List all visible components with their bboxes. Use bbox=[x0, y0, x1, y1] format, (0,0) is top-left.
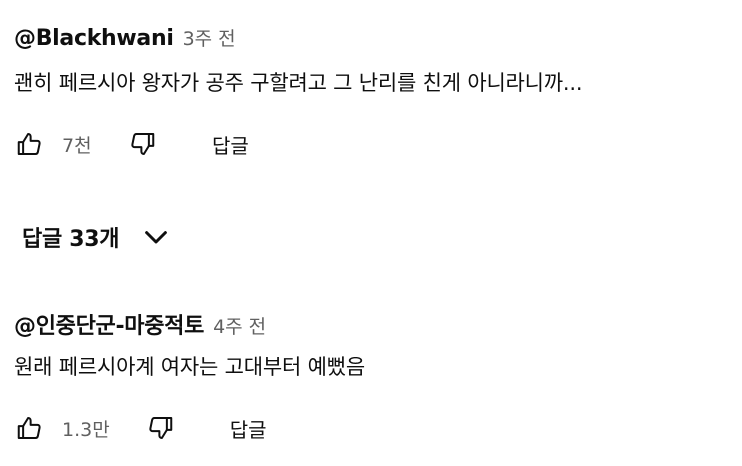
comment-header: @Blackhwani 3주 전 bbox=[14, 24, 742, 54]
thumbs-down-icon bbox=[149, 417, 172, 439]
reply-button[interactable]: 답글 bbox=[230, 414, 267, 443]
thumbs-up-icon bbox=[17, 133, 41, 155]
comment-timestamp[interactable]: 3주 전 bbox=[183, 24, 236, 51]
dislike-button[interactable] bbox=[144, 412, 176, 444]
replies-count-label: 답글 33개 bbox=[22, 227, 120, 252]
comment-actions: 7천 답글 bbox=[14, 126, 249, 162]
reply-button[interactable]: 답글 bbox=[212, 130, 249, 159]
like-button[interactable] bbox=[14, 412, 46, 444]
thumbs-down-icon bbox=[131, 133, 155, 155]
dislike-button[interactable] bbox=[126, 128, 158, 160]
chevron-down-icon bbox=[141, 222, 171, 252]
like-button[interactable] bbox=[14, 128, 46, 160]
thumbs-up-icon bbox=[17, 417, 41, 439]
comment-author[interactable]: @인중단군-마중적토 bbox=[14, 308, 204, 340]
comment-header: @인중단군-마중적토 4주 전 bbox=[14, 308, 742, 340]
like-count: 7천 bbox=[62, 134, 92, 157]
comment-actions: 1.3만 답글 bbox=[14, 410, 267, 446]
comment: @Blackhwani 3주 전 괜히 페르시아 왕자가 공주 구할려고 그 난… bbox=[14, 24, 742, 158]
comment-text: 원래 페르시아계 여자는 고대부터 예뻤음 bbox=[14, 355, 365, 379]
like-count: 1.3만 bbox=[62, 418, 110, 441]
comment: @인중단군-마중적토 4주 전 원래 페르시아계 여자는 고대부터 예뻤음 1.… bbox=[14, 308, 742, 442]
view-replies-button[interactable]: 답글 33개 bbox=[22, 218, 171, 256]
comment-text: 괜히 페르시아 왕자가 공주 구할려고 그 난리를 친게 아니라니까... bbox=[14, 71, 583, 95]
comment-author[interactable]: @Blackhwani bbox=[14, 26, 174, 51]
comment-timestamp[interactable]: 4주 전 bbox=[213, 312, 266, 339]
